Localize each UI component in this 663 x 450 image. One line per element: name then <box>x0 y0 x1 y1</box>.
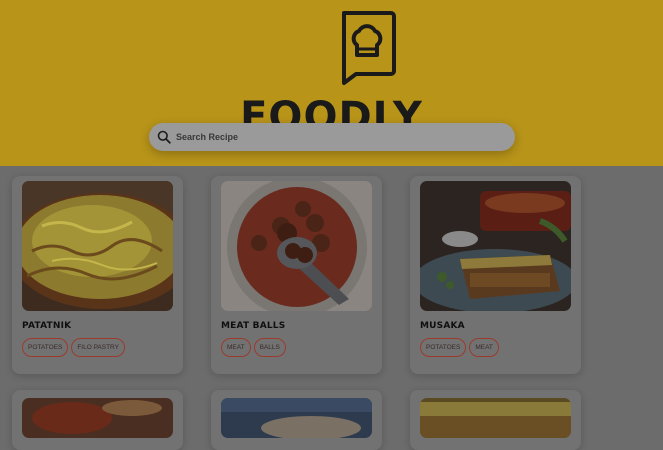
search-icon[interactable] <box>157 130 171 144</box>
tag-meat[interactable]: MEAT <box>469 338 499 357</box>
tag-balls[interactable]: BALLS <box>253 338 286 357</box>
recipe-card-6[interactable] <box>410 390 581 450</box>
recipe-card-musaka[interactable]: MUSAKA POTATOES MEAT <box>410 176 581 374</box>
tag-potatoes[interactable]: POTATOES <box>420 338 467 357</box>
recipe-card-meat-balls[interactable]: MEAT BALLS MEAT BALLS <box>211 176 382 374</box>
recipe-tags: MEAT BALLS <box>221 338 286 357</box>
recipe-image-5[interactable] <box>221 398 372 438</box>
recipe-book-icon <box>342 11 396 85</box>
tag-potatoes[interactable]: POTATOES <box>22 338 69 357</box>
recipe-image-musaka[interactable] <box>420 181 571 311</box>
recipe-title[interactable]: MEAT BALLS <box>221 321 285 331</box>
tag-filo-pastry[interactable]: FILO PASTRY <box>71 338 125 357</box>
recipe-image-patatnik[interactable] <box>22 181 173 311</box>
recipe-tags: POTATOES FILO PASTRY <box>22 338 125 357</box>
recipe-image-meat-balls[interactable] <box>221 181 372 311</box>
recipe-title[interactable]: MUSAKA <box>420 321 465 331</box>
recipe-card-5[interactable] <box>211 390 382 450</box>
search-bar[interactable] <box>149 123 515 151</box>
recipe-image-6[interactable] <box>420 398 571 438</box>
recipe-card-patatnik[interactable]: PATATNIK POTATOES FILO PASTRY <box>12 176 183 374</box>
recipe-card-4[interactable] <box>12 390 183 450</box>
tag-meat[interactable]: MEAT <box>221 338 251 357</box>
search-input[interactable] <box>176 127 496 147</box>
recipe-title[interactable]: PATATNIK <box>22 321 71 331</box>
recipe-tags: POTATOES MEAT <box>420 338 499 357</box>
recipe-image-4[interactable] <box>22 398 173 438</box>
